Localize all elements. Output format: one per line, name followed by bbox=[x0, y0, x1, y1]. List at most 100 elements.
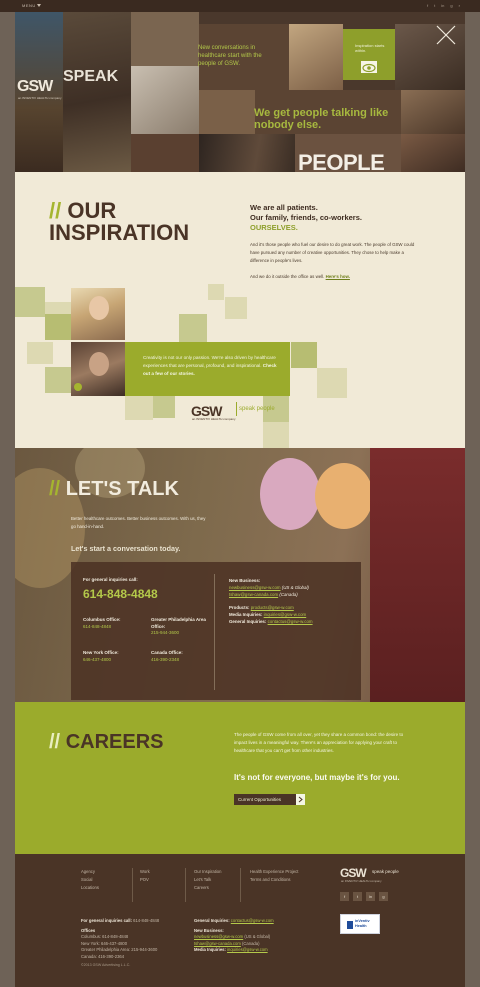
current-opportunities-button[interactable]: Current Opportunities bbox=[234, 794, 305, 805]
footer-link-pov[interactable]: POV bbox=[140, 876, 150, 884]
office-phone[interactable]: 416-390-2348 bbox=[151, 657, 211, 664]
heres-how-link[interactable]: Here's how. bbox=[326, 274, 350, 279]
general-email[interactable]: contactus@gsw-w.com bbox=[268, 619, 313, 624]
facebook-icon[interactable]: f bbox=[427, 3, 428, 8]
footer-nav-col-4: Health Experience Project Terms and Cond… bbox=[250, 868, 298, 884]
girl-face-shape bbox=[315, 463, 373, 529]
linkedin-icon[interactable]: in bbox=[366, 892, 375, 901]
general-phone[interactable]: 614-848-4848 bbox=[83, 587, 158, 601]
talk-cta: Let's start a conversation today. bbox=[71, 544, 181, 553]
chevron-down-icon[interactable] bbox=[37, 4, 41, 7]
gsw-logo-sub: an INVENTIV HEALTH company bbox=[18, 96, 62, 100]
footer-link-our-inspiration[interactable]: Our Inspiration bbox=[194, 868, 221, 876]
footer-nav-col-1: Agency Social Locations bbox=[81, 868, 99, 892]
footer-phone[interactable]: 614-848-4848 bbox=[133, 918, 159, 923]
hero-mosaic: GSW an INVENTIV HEALTH company SPEAK New… bbox=[15, 12, 465, 172]
facebook-icon[interactable]: f bbox=[340, 892, 349, 901]
eye-icon bbox=[361, 61, 377, 73]
hero-photo-tile bbox=[131, 12, 199, 66]
play-icon[interactable] bbox=[74, 383, 82, 391]
footer-link-social[interactable]: Social bbox=[81, 876, 99, 884]
gsw-logo[interactable]: GSW bbox=[340, 866, 367, 880]
slash-mark: // bbox=[49, 478, 61, 500]
portrait-face bbox=[89, 296, 109, 320]
office-new-york: New York Office: 646-437-4800 bbox=[83, 650, 143, 663]
footer-social-links: f t in g bbox=[340, 892, 388, 901]
mosaic-square bbox=[225, 297, 247, 319]
footer-link-lets-talk[interactable]: Let's Talk bbox=[194, 876, 221, 884]
hero-conversations-text: New conversations in healthcare start wi… bbox=[198, 45, 262, 67]
canada-business-email[interactable]: tshaw@gsw-canada.com bbox=[229, 592, 278, 597]
stories-panel: Creativity is not our only passion. We'r… bbox=[125, 342, 290, 396]
hero-people-word: PEOPLE bbox=[298, 150, 385, 172]
logo-divider bbox=[236, 402, 237, 416]
media-email[interactable]: inquiries@gsw-w.com bbox=[264, 612, 307, 617]
hero-photo-tile bbox=[131, 134, 199, 172]
footer-link-terms[interactable]: Terms and Conditions bbox=[250, 876, 298, 884]
gsw-logo[interactable]: GSW bbox=[17, 78, 53, 96]
google-plus-icon[interactable]: g bbox=[379, 892, 388, 901]
footer-general-email[interactable]: contactus@gsw-w.com bbox=[231, 918, 274, 923]
menu-button[interactable]: MENU bbox=[22, 3, 36, 8]
twitter-icon[interactable]: t bbox=[434, 3, 435, 8]
office-phone[interactable]: 646-437-4800 bbox=[83, 657, 143, 664]
footer-nav-col-3: Our Inspiration Let's Talk Careers bbox=[194, 868, 221, 892]
footer-link-agency[interactable]: Agency bbox=[81, 868, 99, 876]
inspiration-starts-tile[interactable]: Inspiration starts within. bbox=[343, 29, 395, 80]
general-inquiries-label: For general inquiries call: bbox=[83, 577, 138, 582]
products-email[interactable]: products@gsw-w.com bbox=[251, 605, 294, 610]
footer-link-locations[interactable]: Locations bbox=[81, 884, 99, 892]
hero-photo-tile bbox=[289, 24, 343, 90]
gsw-logo-sub: an INVENTIV HEALTH company bbox=[192, 417, 236, 421]
story-photo-2[interactable] bbox=[71, 342, 125, 396]
inventiv-mark bbox=[347, 921, 353, 929]
copyright: ©2013 GSW Advertising L.L.C. bbox=[81, 963, 131, 967]
google-plus-icon[interactable]: g bbox=[450, 3, 452, 8]
footer-divider bbox=[132, 868, 133, 902]
office-phone[interactable]: 215-944-3600 bbox=[151, 630, 211, 637]
careers-section: // CAREERS The people of GSW come from a… bbox=[15, 702, 465, 854]
speak-people-word: speak people bbox=[372, 869, 399, 874]
mosaic-square bbox=[45, 367, 71, 393]
hero-photo-tile bbox=[401, 90, 465, 134]
hero-photo-tile bbox=[63, 12, 131, 172]
footer-offices: For general inquiries call: 614-848-4848… bbox=[81, 918, 160, 959]
mosaic-square bbox=[27, 342, 53, 364]
footer-new-business-email[interactable]: newbusiness@gsw-w.com bbox=[194, 934, 243, 939]
inventiv-health-logo[interactable]: inVentiv Health bbox=[340, 914, 380, 934]
inspiration-starts-text: Inspiration starts within. bbox=[355, 43, 385, 53]
footer-canada-email[interactable]: tshaw@gsw-canada.com bbox=[194, 941, 241, 946]
office-columbus: Columbus Office: 614-848-4848 bbox=[83, 617, 143, 630]
mosaic-square bbox=[125, 396, 153, 420]
office-canada: Canada Office: 416-390-2348 bbox=[151, 650, 211, 663]
mosaic-square bbox=[317, 368, 347, 398]
hero-photo-tile bbox=[199, 134, 295, 172]
our-inspiration-section: // OUR INSPIRATION We are all patients. O… bbox=[15, 172, 465, 448]
stories-text: Creativity is not our only passion. We'r… bbox=[143, 355, 277, 376]
footer-media-email[interactable]: inquiries@gsw-w.com bbox=[227, 947, 268, 952]
arrow-icon[interactable] bbox=[296, 794, 305, 805]
adult-figure-shape bbox=[370, 448, 465, 702]
section-title: // CAREERS bbox=[49, 731, 164, 753]
footer-link-work[interactable]: Work bbox=[140, 868, 150, 876]
mosaic-square bbox=[153, 396, 175, 418]
close-icon[interactable] bbox=[435, 24, 457, 46]
footer-link-careers[interactable]: Careers bbox=[194, 884, 221, 892]
hero-talking-headline: We get people talking like nobody else. bbox=[254, 107, 389, 131]
inspiration-paragraph: And it's those people who fuel our desir… bbox=[250, 242, 415, 263]
linkedin-icon[interactable]: in bbox=[441, 3, 444, 8]
talk-paragraph: Better healthcare outcomes. Better busin… bbox=[71, 516, 206, 529]
footer-divider bbox=[185, 868, 186, 902]
hero-photo-tile bbox=[131, 66, 199, 134]
careers-tagline: It's not for everyone, but maybe it's fo… bbox=[234, 773, 400, 782]
new-business-email[interactable]: newbusiness@gsw-w.com bbox=[229, 585, 281, 590]
footer-link-health-experience[interactable]: Health Experience Project bbox=[250, 868, 298, 876]
office-phone[interactable]: 614-848-4848 bbox=[83, 624, 143, 631]
mosaic-square bbox=[179, 314, 207, 342]
top-social-links: f t in g r bbox=[427, 3, 460, 8]
rss-icon[interactable]: r bbox=[459, 3, 460, 8]
twitter-icon[interactable]: t bbox=[353, 892, 362, 901]
speak-people-word: speak people bbox=[239, 406, 275, 412]
story-photo-1[interactable] bbox=[71, 288, 125, 340]
footer-divider bbox=[240, 868, 241, 902]
